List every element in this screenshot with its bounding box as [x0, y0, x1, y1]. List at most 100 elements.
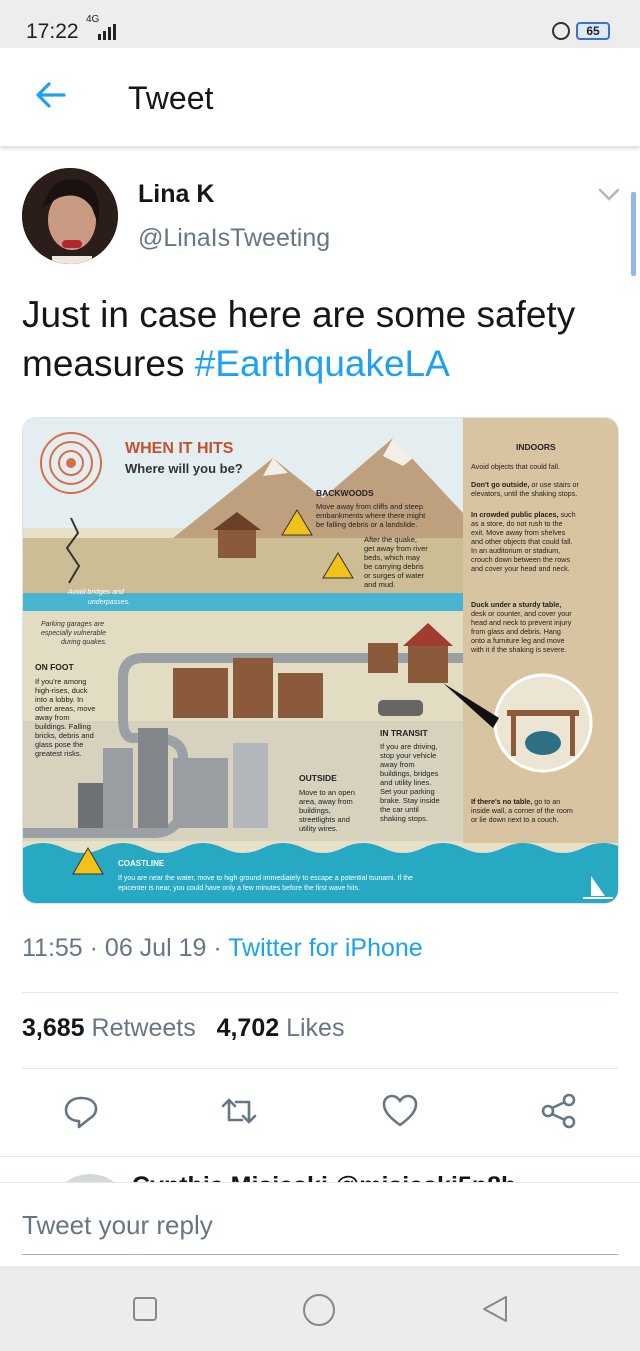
svg-text:high-rises, duck: high-rises, duck: [35, 686, 88, 695]
svg-text:Duck under a sturdy table,: Duck under a sturdy table,: [471, 600, 561, 609]
scrollbar[interactable]: [631, 192, 636, 276]
svg-text:If you're among: If you're among: [35, 677, 86, 686]
reply-input[interactable]: Tweet your reply: [22, 1210, 213, 1241]
svg-text:After the quake,: After the quake,: [364, 535, 417, 544]
svg-text:especially vulnerable: especially vulnerable: [41, 630, 106, 637]
svg-text:If you are near the water, mov: If you are near the water, move to high …: [118, 875, 413, 882]
avatar[interactable]: [22, 168, 118, 264]
status-bar: 17:22 4G 65: [0, 0, 640, 48]
reply-icon[interactable]: [62, 1092, 100, 1130]
svg-text:epicenter is near, you could h: epicenter is near, you could have only a…: [118, 885, 360, 892]
svg-text:underpasses.: underpasses.: [88, 599, 130, 606]
svg-text:inside wall, a corner of the r: inside wall, a corner of the room: [471, 806, 573, 815]
likes-stat[interactable]: 4,702 Likes: [217, 1014, 345, 1042]
svg-text:buildings. Falling: buildings. Falling: [35, 722, 91, 731]
retweet-icon[interactable]: [220, 1092, 258, 1130]
svg-text:Move away from cliffs and stee: Move away from cliffs and steep: [316, 502, 423, 511]
svg-text:get away from river: get away from river: [364, 544, 428, 553]
svg-text:with it if the shaking is seve: with it if the shaking is severe.: [470, 645, 566, 654]
svg-text:exit. Move away from shelves: exit. Move away from shelves: [471, 528, 566, 537]
battery-icon: 65: [576, 22, 610, 40]
svg-text:area, away from: area, away from: [299, 797, 353, 806]
svg-text:desk or counter, and cover you: desk or counter, and cover your: [471, 609, 572, 618]
tweet-timestamp: 11:55 · 06 Jul 19 · Twitter for iPhone: [22, 934, 423, 963]
alarm-icon: [552, 22, 570, 40]
svg-text:be carrying debris: be carrying debris: [364, 562, 424, 571]
backwoods-heading: BACKWOODS: [316, 488, 374, 498]
svg-text:into a lobby. In: into a lobby. In: [35, 695, 83, 704]
next-reply-preview: Cynthia Misiaski @misiaski5n8h: [22, 1164, 622, 1182]
back-nav-icon[interactable]: [480, 1294, 510, 1324]
svg-text:streetlights and: streetlights and: [299, 815, 350, 824]
svg-text:utility wires.: utility wires.: [299, 824, 338, 833]
status-time: 17:22: [26, 20, 79, 43]
svg-text:the car until: the car until: [380, 805, 419, 814]
svg-text:Don't go outside, or use stair: Don't go outside, or use stairs or: [471, 480, 580, 489]
svg-text:head and neck to prevent injur: head and neck to prevent injury: [471, 618, 572, 627]
svg-text:Move to an open: Move to an open: [299, 788, 355, 797]
heart-icon[interactable]: [381, 1092, 419, 1130]
infographic: WHEN IT HITS Where will you be? BACKWOOD…: [23, 418, 618, 903]
divider: [22, 992, 618, 993]
reply-avatar: [50, 1174, 130, 1182]
svg-text:crouch down between the rows: crouch down between the rows: [471, 555, 570, 564]
svg-text:brake. Stay inside: brake. Stay inside: [380, 796, 440, 805]
transit-heading: IN TRANSIT: [380, 728, 429, 738]
svg-text:or surges of water: or surges of water: [364, 571, 425, 580]
svg-text:onto a furniture leg and move: onto a furniture leg and move: [471, 636, 565, 645]
svg-text:Avoid bridges and: Avoid bridges and: [67, 589, 125, 596]
reply-author: Cynthia Misiaski @misiaski5n8h: [132, 1172, 516, 1182]
recent-apps-icon[interactable]: [132, 1296, 158, 1322]
reply-underline: [22, 1254, 618, 1255]
author-name[interactable]: Lina K: [138, 180, 214, 209]
svg-text:Parking garages are: Parking garages are: [41, 621, 104, 628]
svg-text:and mud.: and mud.: [364, 580, 395, 589]
tweet-stats: 3,685 Retweets 4,702 Likes: [22, 1014, 344, 1043]
likes-label: Likes: [286, 1014, 345, 1042]
divider: [0, 1156, 640, 1157]
infographic-title: WHEN IT HITS: [125, 440, 234, 457]
retweets-count: 3,685: [22, 1014, 85, 1042]
svg-text:glass pose the: glass pose the: [35, 740, 83, 749]
svg-text:Set your parking: Set your parking: [380, 787, 435, 796]
svg-text:buildings,: buildings,: [299, 806, 331, 815]
svg-text:or lie down next to a couch.: or lie down next to a couch.: [471, 815, 559, 824]
svg-text:In an auditorium or stadium,: In an auditorium or stadium,: [471, 546, 560, 555]
svg-text:If there's no table, go to an: If there's no table, go to an: [471, 797, 560, 806]
svg-text:and cover your head and neck.: and cover your head and neck.: [471, 564, 570, 573]
svg-text:other areas, move: other areas, move: [35, 704, 95, 713]
svg-text:greatest risks.: greatest risks.: [35, 749, 82, 758]
svg-text:and utility lines.: and utility lines.: [380, 778, 431, 787]
outside-heading: OUTSIDE: [299, 773, 337, 783]
divider: [22, 1068, 618, 1069]
signal-icon: [98, 24, 116, 40]
tweet-source-link[interactable]: Twitter for iPhone: [228, 934, 423, 962]
hashtag-link[interactable]: #EarthquakeLA: [195, 343, 450, 384]
system-nav-bar: [0, 1266, 640, 1351]
app-header: Tweet: [0, 48, 640, 147]
retweets-stat[interactable]: 3,685 Retweets: [22, 1014, 196, 1042]
back-arrow-icon[interactable]: [34, 78, 68, 112]
author-handle[interactable]: @LinaIsTweeting: [138, 224, 330, 253]
coastline-heading: COASTLINE: [118, 859, 165, 868]
svg-text:In crowded public places, such: In crowded public places, such: [471, 510, 576, 519]
svg-text:away from: away from: [35, 713, 70, 722]
svg-text:buildings, bridges: buildings, bridges: [380, 769, 439, 778]
share-icon[interactable]: [540, 1092, 578, 1130]
svg-text:embankments where there might: embankments where there might: [316, 511, 426, 520]
home-icon[interactable]: [302, 1293, 336, 1327]
svg-text:stop your vehicle: stop your vehicle: [380, 751, 436, 760]
infographic-subtitle: Where will you be?: [125, 461, 243, 476]
retweets-label: Retweets: [91, 1014, 196, 1042]
svg-text:during quakes.: during quakes.: [61, 639, 107, 646]
svg-text:Avoid objects that could fall.: Avoid objects that could fall.: [471, 462, 560, 471]
chevron-down-icon[interactable]: [598, 188, 620, 202]
svg-text:bricks, debris and: bricks, debris and: [35, 731, 94, 740]
timestamp-text: 11:55 · 06 Jul 19 ·: [22, 934, 229, 962]
indoors-heading: INDOORS: [516, 442, 556, 452]
tweet-media-image[interactable]: WHEN IT HITS Where will you be? BACKWOOD…: [22, 417, 619, 904]
svg-text:shaking stops.: shaking stops.: [380, 814, 428, 823]
svg-text:elevators, until the shaking s: elevators, until the shaking stops.: [471, 489, 577, 498]
svg-text:from glass and debris. Hang: from glass and debris. Hang: [471, 627, 561, 636]
likes-count: 4,702: [216, 1014, 280, 1042]
